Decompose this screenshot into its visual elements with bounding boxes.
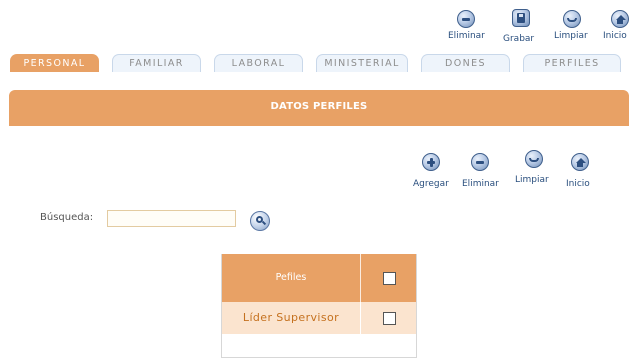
tab-personal[interactable]: PERSONAL [10, 54, 99, 72]
section-title: DATOS PERFILES [9, 90, 629, 126]
tab-perfiles[interactable]: PERFILES [523, 54, 621, 72]
eliminar-button-label[interactable]: Eliminar [448, 31, 485, 41]
search-label: Búsqueda: [40, 212, 94, 223]
select-all-checkbox[interactable] [383, 272, 396, 285]
tab-familiar[interactable]: FAMILIAR [112, 54, 201, 72]
clear-icon[interactable] [563, 10, 581, 28]
table-footer [222, 334, 416, 358]
search-input[interactable] [107, 210, 236, 227]
limpiar-button-label[interactable]: Limpiar [554, 31, 588, 41]
inicio-button-label[interactable]: Inicio [603, 31, 627, 41]
table-row[interactable]: Líder Supervisor [222, 302, 416, 334]
agregar-button-label[interactable]: Agregar [413, 179, 449, 189]
clear-icon[interactable] [525, 150, 543, 168]
row-checkbox[interactable] [383, 312, 396, 325]
inicio-action-label[interactable]: Inicio [566, 179, 590, 189]
remove-icon[interactable] [457, 10, 475, 28]
column-header-perfiles: Pefiles [275, 272, 307, 283]
remove-icon[interactable] [471, 153, 489, 171]
tab-dones[interactable]: DONES [421, 54, 510, 72]
home-icon[interactable] [611, 10, 629, 28]
grabar-button-label[interactable]: Grabar [503, 34, 534, 44]
tab-ministerial[interactable]: MINISTERIAL [316, 54, 408, 72]
search-icon[interactable] [250, 211, 270, 231]
tab-laboral[interactable]: LABORAL [214, 54, 303, 72]
save-icon[interactable] [512, 9, 530, 27]
limpiar-action-label[interactable]: Limpiar [515, 175, 549, 185]
table-header: Pefiles [222, 254, 416, 302]
profiles-table: Pefiles Líder Supervisor [221, 254, 417, 358]
home-icon[interactable] [571, 153, 589, 171]
add-icon[interactable] [422, 153, 440, 171]
row-label: Líder Supervisor [242, 311, 340, 324]
eliminar-action-label[interactable]: Eliminar [462, 179, 499, 189]
